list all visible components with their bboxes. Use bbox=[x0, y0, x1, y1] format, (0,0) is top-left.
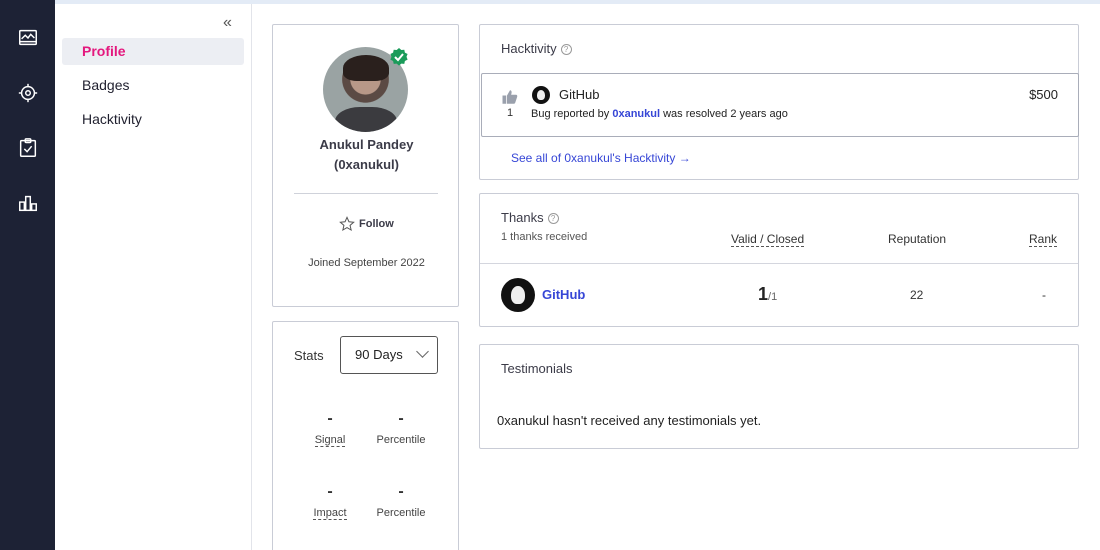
hacktivity-description: Bug reported by 0xanukul was resolved 2 … bbox=[531, 108, 788, 120]
subnav-item-hacktivity[interactable]: Hacktivity bbox=[62, 106, 244, 133]
follow-label: Follow bbox=[359, 218, 394, 230]
divider bbox=[480, 263, 1078, 264]
see-all-hacktivity-link[interactable]: See all of 0xanukul's Hacktivity → bbox=[511, 151, 691, 165]
stats-range-value: 90 Days bbox=[355, 347, 403, 362]
impact-value: - bbox=[327, 483, 333, 500]
impact-stat: - Impact bbox=[300, 483, 360, 521]
thumbs-up-icon[interactable] bbox=[501, 88, 519, 106]
testimonials-empty-message: 0xanukul hasn't received any testimonial… bbox=[497, 413, 762, 428]
impact-percentile-stat: - Percentile bbox=[371, 483, 431, 521]
icon-rail bbox=[0, 0, 55, 550]
follow-button[interactable]: Follow bbox=[339, 216, 394, 232]
subnav-item-badges[interactable]: Badges bbox=[62, 72, 244, 99]
reports-icon[interactable] bbox=[15, 135, 41, 161]
joined-date: Joined September 2022 bbox=[308, 257, 425, 269]
bounty-amount: $500 bbox=[1029, 87, 1058, 102]
desc-suffix: was resolved 2 years ago bbox=[663, 108, 788, 120]
impact-percentile-value: - bbox=[398, 483, 404, 500]
opportunities-icon[interactable] bbox=[15, 80, 41, 106]
profile-subnav: « Profile Badges Hacktivity bbox=[55, 4, 252, 550]
testimonials-title: Testimonials bbox=[501, 361, 573, 376]
dashboard-icon[interactable] bbox=[15, 25, 41, 51]
verified-badge-icon bbox=[390, 48, 408, 66]
desc-prefix: Bug reported by bbox=[531, 108, 610, 120]
hacktivity-program[interactable]: GitHub bbox=[559, 87, 599, 102]
reporter-link[interactable]: 0xanukul bbox=[612, 108, 660, 120]
thanks-subtitle: 1 thanks received bbox=[501, 231, 588, 243]
vote-count: 1 bbox=[507, 107, 514, 119]
help-icon[interactable]: ? bbox=[547, 213, 559, 225]
hacktivity-title: Hacktivity? bbox=[501, 41, 572, 56]
impact-label[interactable]: Impact bbox=[313, 507, 347, 520]
thanks-title: Thanks? bbox=[501, 210, 559, 225]
signal-percentile-value: - bbox=[398, 410, 404, 427]
signal-stat: - Signal bbox=[300, 410, 360, 448]
signal-percentile-label: Percentile bbox=[376, 434, 426, 446]
analytics-icon[interactable] bbox=[15, 190, 41, 216]
profile-card: Anukul Pandey (0xanukul) Follow Joined S… bbox=[272, 24, 459, 307]
collapse-sidebar-icon[interactable]: « bbox=[223, 14, 232, 32]
github-logo-icon bbox=[532, 86, 550, 104]
chevron-down-icon bbox=[416, 345, 429, 358]
star-icon bbox=[339, 216, 355, 232]
stats-label: Stats bbox=[294, 348, 324, 363]
signal-value: - bbox=[327, 410, 333, 427]
github-logo-icon bbox=[501, 278, 535, 312]
thanks-title-text: Thanks bbox=[501, 210, 544, 225]
signal-label[interactable]: Signal bbox=[314, 434, 346, 447]
stats-range-select[interactable]: 90 Days bbox=[340, 336, 438, 374]
signal-percentile-stat: - Percentile bbox=[371, 410, 431, 448]
profile-handle: (0xanukul) bbox=[333, 157, 399, 172]
valid-closed-value: 1/1 bbox=[758, 284, 777, 305]
profile-name: Anukul Pandey bbox=[319, 137, 414, 152]
hacktivity-item[interactable]: 1 GitHub Bug reported by 0xanukul was re… bbox=[481, 73, 1079, 137]
hacktivity-title-text: Hacktivity bbox=[501, 41, 557, 56]
col-valid-closed[interactable]: Valid / Closed bbox=[731, 232, 805, 247]
col-reputation: Reputation bbox=[888, 232, 947, 246]
stats-card: Stats 90 Days - Signal - Percentile - Im… bbox=[272, 321, 459, 550]
divider bbox=[294, 193, 438, 194]
reputation-value: 22 bbox=[910, 288, 924, 302]
help-icon[interactable]: ? bbox=[560, 44, 572, 56]
rank-value: - bbox=[1042, 288, 1046, 302]
impact-percentile-label: Percentile bbox=[376, 507, 426, 519]
hacktivity-card: Hacktivity? 1 GitHub Bug reported by 0xa… bbox=[479, 24, 1079, 180]
testimonials-card: Testimonials 0xanukul hasn't received an… bbox=[479, 344, 1079, 449]
thanks-card: Thanks? 1 thanks received Valid / Closed… bbox=[479, 193, 1079, 327]
profile-name-block: Anukul Pandey (0xanukul) bbox=[273, 135, 460, 175]
col-rank[interactable]: Rank bbox=[1029, 232, 1058, 247]
subnav-item-profile[interactable]: Profile bbox=[62, 38, 244, 65]
valid-count: 1 bbox=[758, 284, 769, 304]
closed-count: /1 bbox=[768, 291, 778, 303]
thanks-program-link[interactable]: GitHub bbox=[542, 287, 585, 302]
